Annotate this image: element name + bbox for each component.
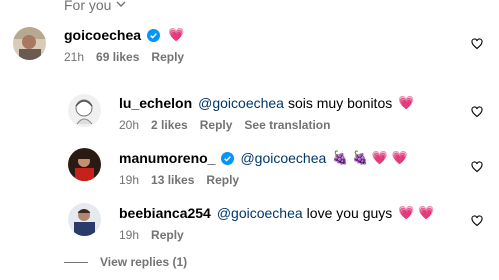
comment-time: 21h [64,50,85,64]
reply-button[interactable]: Reply [200,118,233,132]
see-translation-button[interactable]: See translation [244,118,330,132]
comment-time: 19h [119,173,140,187]
reply-button[interactable]: Reply [151,228,184,242]
verified-badge-icon [221,151,235,165]
heart-icon[interactable] [471,38,483,50]
verified-badge-icon [147,28,161,42]
reply-button[interactable]: Reply [206,173,239,187]
divider [64,261,88,263]
reply-button[interactable]: Reply [151,50,184,64]
comment-text: sois muy bonitos [287,95,393,111]
likes-count[interactable]: 13 likes [151,173,194,187]
likes-count[interactable]: 2 likes [151,118,188,132]
avatar[interactable] [13,27,46,60]
avatar[interactable] [68,203,101,236]
heart-icon[interactable] [471,106,483,118]
comment-time: 20h [119,118,140,132]
comment-body: beebianca254 @goicoechea love you guys 💗… [119,205,434,242]
avatar[interactable] [68,94,101,127]
mention-link[interactable]: @goicoechea [240,150,326,166]
likes-count[interactable]: 69 likes [96,50,139,64]
mention-link[interactable]: @goicoechea [217,205,303,221]
heart-icon[interactable] [471,161,483,173]
chevron-down-icon [115,0,127,13]
comment-time: 19h [119,228,140,242]
heart-icon[interactable] [471,215,483,227]
view-replies-label: View replies (1) [100,255,188,269]
username[interactable]: lu_echelon [119,95,192,111]
view-replies-button[interactable]: View replies (1) [64,255,187,269]
filter-label: For you [64,0,112,13]
comment-body: manumoreno_ @goicoechea 🍇 🍇 💗 💗 19h 13 l… [119,150,408,187]
comment-body: lu_echelon @goicoechea sois muy bonitos … [119,95,414,132]
mention-link[interactable]: @goicoechea [198,95,284,111]
comment-filter-dropdown[interactable]: For you [64,0,127,13]
comment-body: goicoechea 💗 21h 69 likes Reply [64,27,184,64]
username[interactable]: goicoechea [64,27,141,43]
comment-emoji: 💗 [168,27,185,42]
avatar[interactable] [68,148,101,181]
username[interactable]: manumoreno_ [119,150,215,166]
comment-emoji: 🍇 🍇 💗 💗 [332,150,408,165]
comments-panel: For you goicoechea 💗 21h 69 likes Reply … [0,0,499,280]
comment-emoji: 💗 💗 [398,205,435,220]
comment-emoji: 💗 [398,95,415,110]
comment-text: love you guys [306,205,393,221]
username[interactable]: beebianca254 [119,205,211,221]
